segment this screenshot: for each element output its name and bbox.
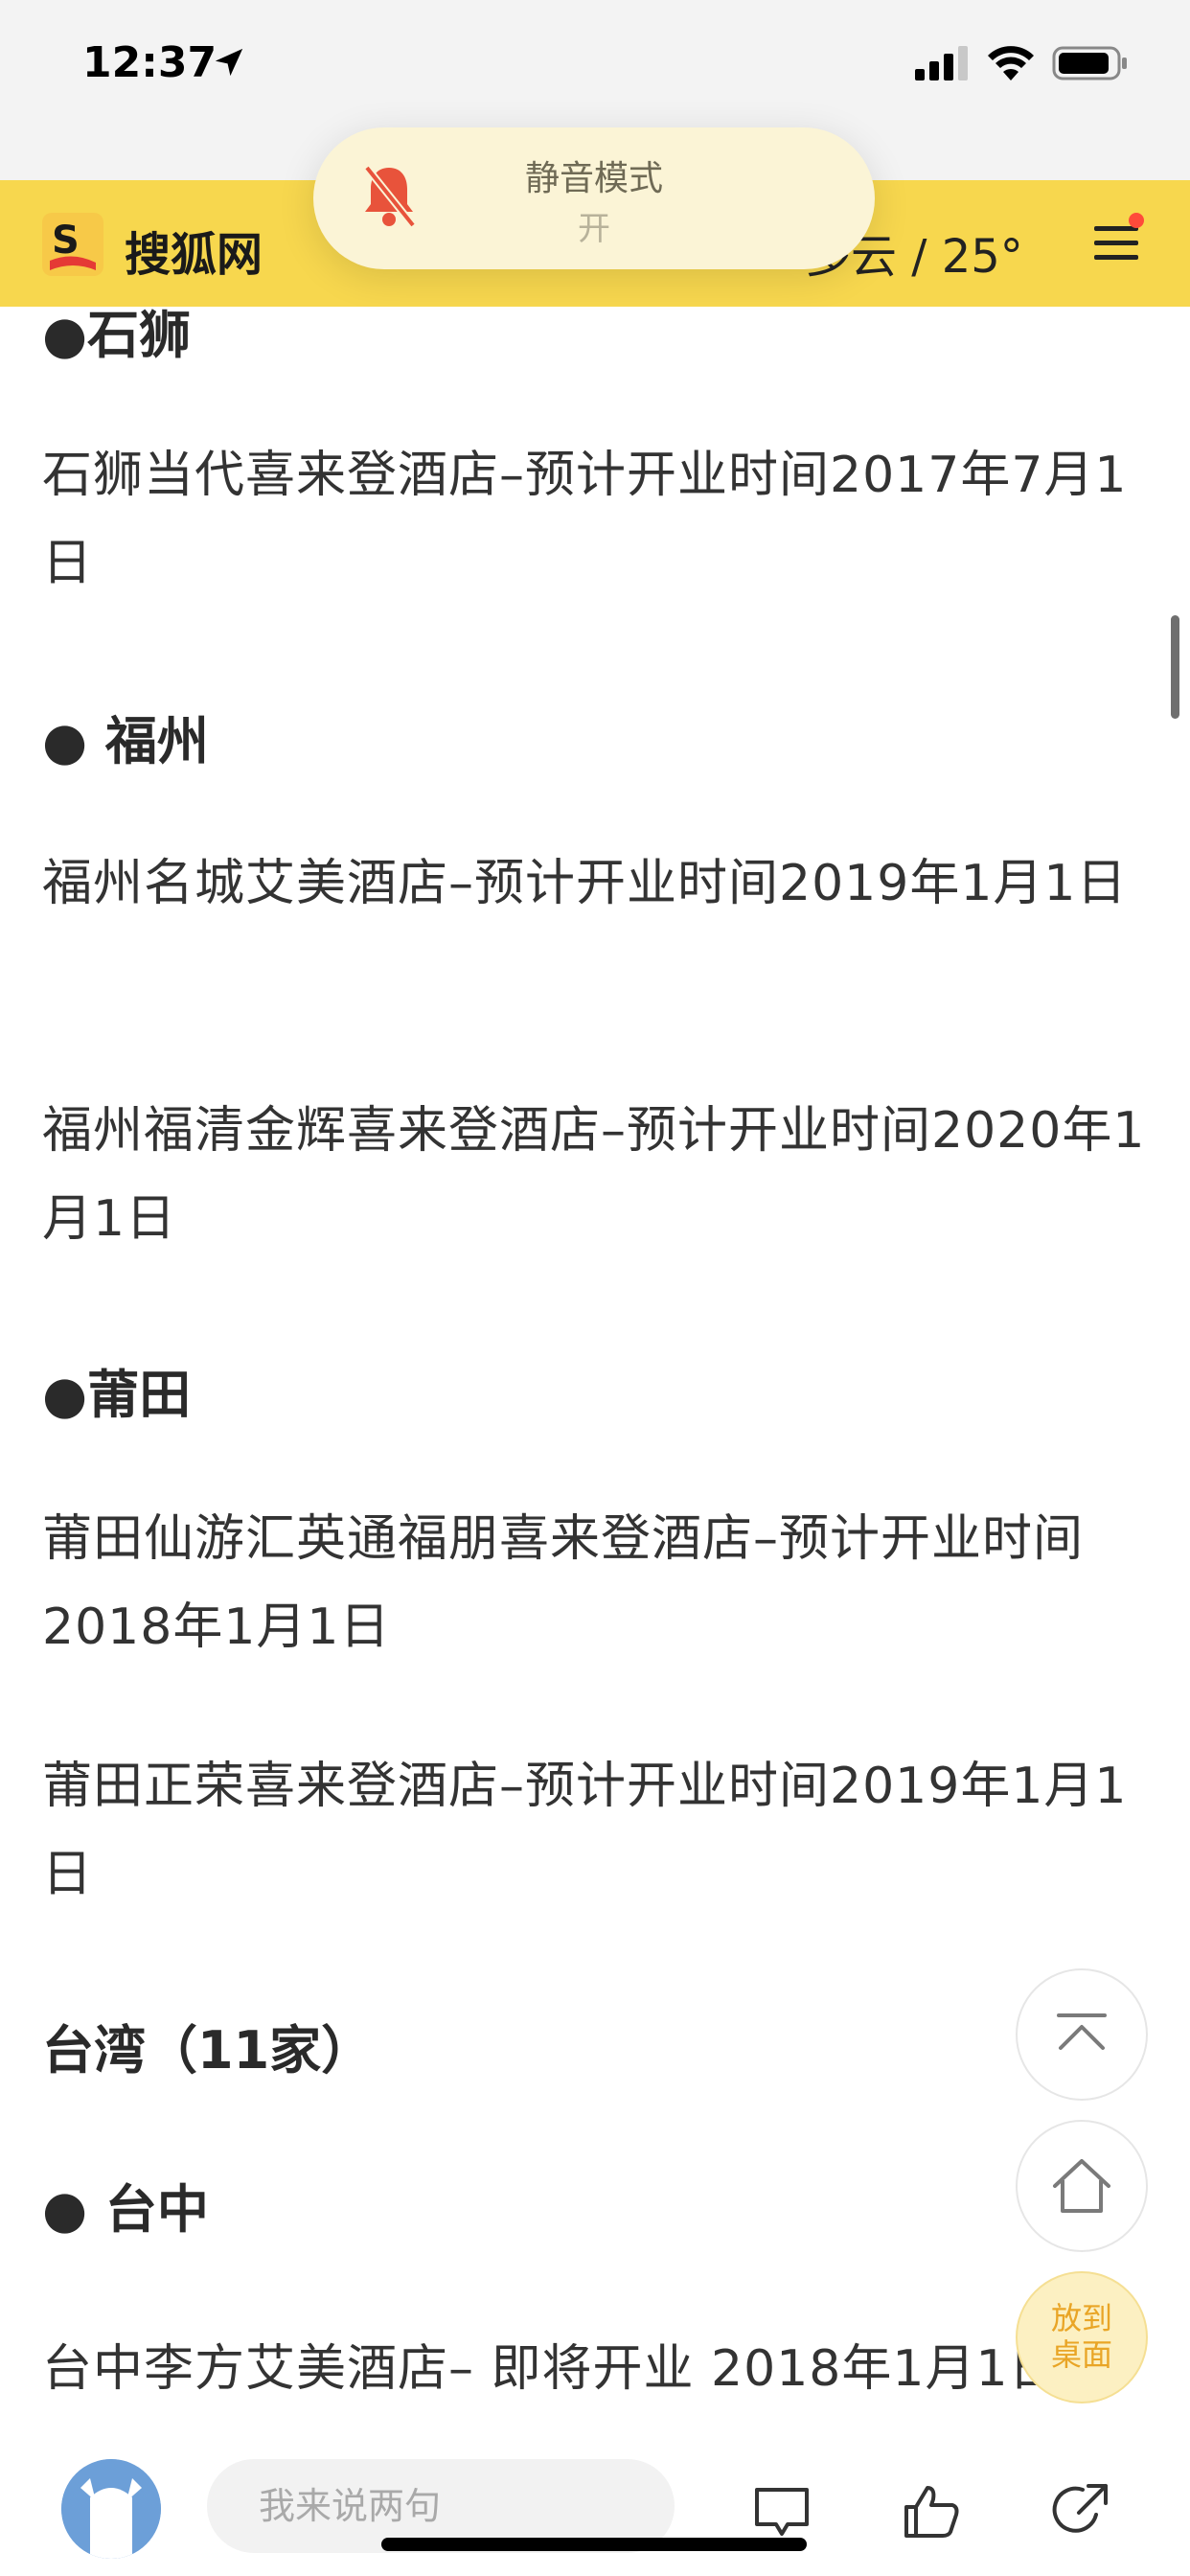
scroll-indicator[interactable] [1171, 615, 1179, 719]
add-to-desktop-button[interactable]: 放到 桌面 [1016, 2271, 1148, 2404]
toast-status: 开 [578, 210, 610, 248]
sohu-logo-icon[interactable]: S [42, 213, 103, 276]
hamburger-menu-icon[interactable] [1092, 222, 1140, 264]
article-paragraph: 莆田正荣喜来登酒店–预计开业时间2019年1月1日 [42, 1758, 1128, 1903]
wifi-icon [988, 46, 1034, 80]
battery-icon [1052, 46, 1127, 80]
article-paragraph: 莆田仙游汇英通福朋喜来登酒店–预计开业时间2018年1月1日 [42, 1510, 1085, 1656]
signal-icon [915, 46, 968, 80]
arrow-up-to-top-icon [1057, 2013, 1107, 2050]
article-paragraph: 福州福清金辉喜来登酒店–预计开业时间2020年1月1日 [42, 1102, 1146, 1248]
site-brand[interactable]: 搜狐网 [125, 217, 263, 284]
section-heading: ● 福州 [42, 711, 209, 771]
section-heading: ● 台中 [42, 2179, 209, 2240]
article-paragraph: 台中李方艾美酒店– 即将开业 2018年1月1日 [42, 2340, 1060, 2398]
share-icon[interactable] [1050, 2480, 1111, 2542]
status-time: 12:37 [82, 38, 217, 87]
section-heading: ●石狮 [42, 305, 192, 365]
desktop-label-line2: 桌面 [1050, 2336, 1112, 2373]
comment-icon[interactable] [751, 2480, 812, 2542]
section-heading: 台湾（11家） [42, 2020, 374, 2081]
article-paragraph: 石狮当代喜来登酒店–预计开业时间2017年7月1日 [42, 447, 1128, 592]
location-arrow-icon [215, 48, 243, 77]
toast-title: 静音模式 [524, 159, 663, 198]
silent-mode-toast: 静音模式 开 [313, 127, 875, 269]
thumbs-up-icon[interactable] [901, 2480, 962, 2542]
avatar-icon [61, 2459, 161, 2559]
user-avatar[interactable] [61, 2459, 161, 2559]
home-indicator[interactable] [381, 2538, 807, 2551]
back-to-top-button[interactable] [1016, 1968, 1148, 2101]
section-heading: ●莆田 [42, 1365, 192, 1425]
article-paragraph: 福州名城艾美酒店–预计开业时间2019年1月1日 [42, 855, 1128, 912]
desktop-label-line1: 放到 [1050, 2300, 1112, 2336]
notification-dot [1129, 213, 1144, 228]
home-icon [1053, 2159, 1110, 2213]
home-button[interactable] [1016, 2120, 1148, 2252]
svg-text:S: S [52, 218, 80, 263]
